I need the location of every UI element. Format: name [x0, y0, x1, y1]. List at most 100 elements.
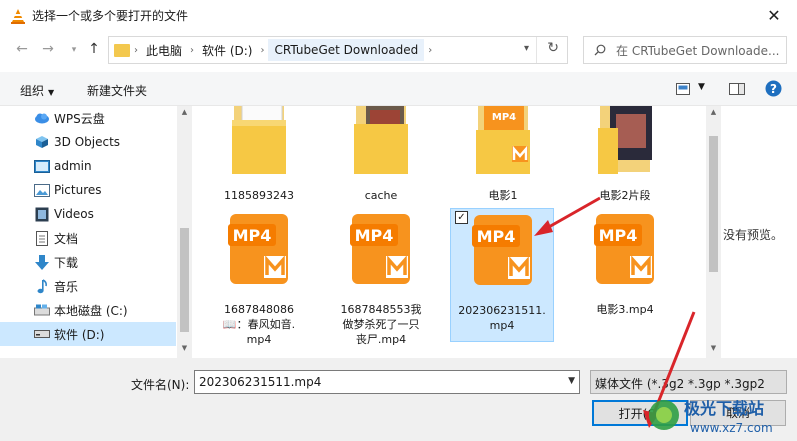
- scroll-down-icon[interactable]: ▼: [706, 344, 721, 352]
- vlc-cone-icon: [11, 8, 25, 24]
- file-name: 电影1: [488, 189, 518, 202]
- file-item-mp4-202306231511-selected[interactable]: ✓ MP4 202306231511. mp4: [450, 208, 554, 342]
- help-icon[interactable]: ?: [765, 80, 782, 97]
- filename-input[interactable]: 202306231511.mp4 ▼: [194, 370, 580, 394]
- mp4-file-icon: MP4: [228, 214, 288, 284]
- search-input[interactable]: 在 CRTubeGet Downloade...: [616, 42, 779, 59]
- sidebar-item-label: 文档: [54, 231, 79, 246]
- close-icon: ✕: [767, 6, 781, 25]
- download-icon: [34, 254, 50, 270]
- arrow-right-icon: →: [42, 41, 54, 57]
- file-type-filter-value: 媒体文件 (*.3g2 *.3gp *.3gp2: [595, 377, 765, 391]
- sidebar-item-pictures[interactable]: Pictures: [0, 178, 176, 202]
- caret-down-icon: ▼: [698, 82, 705, 92]
- drive-icon: [34, 326, 50, 342]
- back-button[interactable]: ←: [12, 41, 32, 57]
- watermark-brand: 极光下载站: [684, 399, 764, 418]
- drive-icon: [34, 302, 50, 318]
- user-folder-icon: [34, 158, 50, 174]
- file-item-mp4-1687848553[interactable]: MP4 1687848553我 做梦杀死了一只 丧尸.mp4: [332, 214, 430, 354]
- close-button[interactable]: ✕: [751, 0, 797, 31]
- mp4-file-icon: MP4: [594, 214, 654, 284]
- folder-mp4-icon: MP4: [476, 106, 530, 174]
- music-icon: [34, 278, 50, 294]
- forward-button[interactable]: →: [38, 41, 58, 57]
- view-options-icon[interactable]: [676, 83, 690, 95]
- navigation-pane: WPS云盘 3D Objects admin Pictures Videos 文…: [0, 106, 192, 358]
- address-dropdown-button[interactable]: ▾: [524, 43, 529, 54]
- mp4-file-icon: MP4: [472, 215, 532, 285]
- search-box[interactable]: 在 CRTubeGet Downloade...: [583, 36, 787, 64]
- breadcrumb-current-folder[interactable]: CRTubeGet Downloaded: [268, 39, 425, 61]
- folder-icon: [354, 106, 408, 174]
- file-item-folder-cache[interactable]: cache: [332, 106, 430, 206]
- file-name: 1687848086 📖：春风如音. mp4: [222, 303, 296, 346]
- folder-icon: [114, 43, 130, 57]
- title-bar: 选择一个或多个要打开的文件 ✕: [0, 0, 797, 31]
- preview-pane: 没有预览。: [721, 106, 797, 358]
- scroll-up-icon[interactable]: ▲: [706, 108, 721, 116]
- document-icon: [34, 230, 50, 246]
- sidebar-item-label: 3D Objects: [54, 135, 121, 149]
- recent-locations-button[interactable]: ▾: [64, 45, 84, 55]
- sidebar-item-label: 软件 (D:): [54, 327, 105, 342]
- file-list-scrollbar[interactable]: ▲ ▼: [706, 106, 721, 358]
- scroll-up-icon[interactable]: ▲: [177, 108, 192, 122]
- sidebar-scroll-thumb[interactable]: [180, 228, 189, 332]
- file-name: 1185893243: [224, 189, 294, 202]
- sidebar-item-drive-d[interactable]: 软件 (D:): [0, 322, 176, 346]
- file-list-scroll-thumb[interactable]: [709, 136, 718, 272]
- file-type-filter-select[interactable]: 媒体文件 (*.3g2 *.3gp *.3gp2: [590, 370, 787, 394]
- refresh-button[interactable]: ↻: [547, 40, 559, 56]
- address-row: ← → ▾ ↑ › 此电脑 › 软件 (D:) › CRTubeGet Down…: [0, 33, 797, 67]
- file-name: 电影3.mp4: [596, 303, 654, 316]
- chevron-right-icon: ›: [428, 44, 433, 56]
- filename-value: 202306231511.mp4: [199, 375, 322, 389]
- sidebar-scrollbar[interactable]: ▲ ▼: [177, 106, 192, 358]
- filename-label: 文件名(N):: [131, 378, 190, 392]
- no-preview-message: 没有预览。: [723, 228, 784, 242]
- checkbox-checked-icon[interactable]: ✓: [455, 211, 468, 224]
- file-list: 1185893243 cache MP4 电影1 电影2片段 MP4 16878…: [192, 106, 706, 358]
- up-button[interactable]: ↑: [84, 41, 104, 57]
- file-item-folder-1185893243[interactable]: 1185893243: [210, 106, 308, 206]
- divider: [536, 37, 537, 63]
- sidebar-item-3d-objects[interactable]: 3D Objects: [0, 130, 176, 154]
- file-item-mp4-movie3[interactable]: MP4 电影3.mp4: [576, 214, 674, 354]
- chevron-down-icon: ▾: [71, 45, 77, 55]
- sidebar-item-label: admin: [54, 159, 92, 173]
- organize-button[interactable]: 组织 ▼: [20, 82, 54, 99]
- breadcrumb-this-pc[interactable]: 此电脑: [142, 42, 186, 59]
- sidebar-item-label: Videos: [54, 207, 94, 221]
- sidebar-item-documents[interactable]: 文档: [0, 226, 176, 250]
- chevron-down-icon: ▾: [523, 43, 529, 54]
- file-item-folder-movie1[interactable]: MP4 电影1: [454, 106, 552, 206]
- sidebar-item-wps-cloud[interactable]: WPS云盘: [0, 106, 176, 130]
- watermark-logo-icon: 极光下载站 www.xz7.com: [649, 399, 773, 435]
- scroll-down-icon[interactable]: ▼: [177, 344, 192, 358]
- address-bar[interactable]: › 此电脑 › 软件 (D:) › CRTubeGet Downloaded ›…: [108, 36, 568, 64]
- sidebar-item-admin[interactable]: admin: [0, 154, 176, 178]
- new-folder-button[interactable]: 新建文件夹: [87, 82, 147, 99]
- pictures-icon: [34, 182, 50, 198]
- sidebar-item-music[interactable]: 音乐: [0, 274, 176, 298]
- preview-pane-icon[interactable]: [729, 83, 745, 95]
- file-item-folder-movie2-clips[interactable]: 电影2片段: [576, 106, 674, 206]
- svg-text:MP4: MP4: [355, 226, 394, 245]
- sidebar-item-label: 音乐: [54, 279, 79, 294]
- chevron-right-icon: ›: [134, 44, 138, 56]
- sidebar-item-videos[interactable]: Videos: [0, 202, 176, 226]
- breadcrumb-drive-d[interactable]: 软件 (D:): [198, 42, 256, 59]
- cube-icon: [34, 134, 50, 150]
- command-bar: 组织 ▼ 新建文件夹 ▼ ?: [0, 72, 797, 106]
- sidebar-item-drive-c[interactable]: 本地磁盘 (C:): [0, 298, 176, 322]
- chevron-down-icon[interactable]: ▼: [568, 376, 575, 386]
- file-item-mp4-1687848086[interactable]: MP4 1687848086 📖：春风如音. mp4: [210, 214, 308, 354]
- caret-down-icon: ▼: [48, 88, 55, 97]
- cloud-icon: [34, 110, 50, 126]
- watermark-url: www.xz7.com: [690, 421, 773, 435]
- view-dropdown-button[interactable]: ▼: [698, 82, 705, 92]
- chevron-right-icon: ›: [260, 44, 265, 56]
- arrow-left-icon: ←: [16, 41, 28, 57]
- sidebar-item-downloads[interactable]: 下载: [0, 250, 176, 274]
